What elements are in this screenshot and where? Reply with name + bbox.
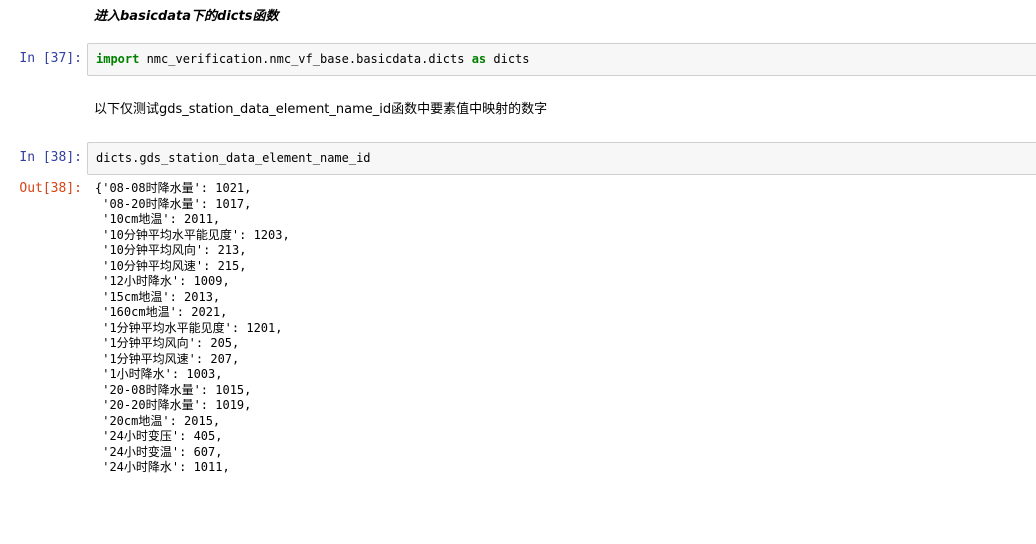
output-line: '20-08时降水量': 1015, [95,382,252,397]
input-prompt-37: In [37]: [19,51,82,66]
output-line: '15cm地温': 2013, [95,289,221,304]
output-line: '10分钟平均风速': 215, [95,258,247,273]
module-path: nmc_verification.nmc_vf_base.basicdata.d… [139,52,472,66]
module-alias: dicts [486,52,530,66]
output-line: '10分钟平均水平能见度': 1203, [95,227,290,242]
input-prompt-38: In [38]: [19,150,82,165]
markdown-heading: 进入basicdata下的dicts函数 [94,9,279,24]
output-line: '12小时降水': 1009, [95,274,230,288]
output-prompt-38: Out[38]: [19,181,82,196]
output-line: '1分钟平均水平能见度': 1201, [95,320,283,335]
output-line: '1分钟平均风向': 205, [95,336,240,350]
output-line: '10cm地温': 2011, [95,212,221,226]
code-line-import: import nmc_verification.nmc_vf_base.basi… [96,52,530,66]
keyword-as: as [471,52,487,66]
keyword-import: import [96,52,140,66]
output-line: '1分钟平均风速': 207, [95,351,240,366]
output-line: '20cm地温': 2015, [95,413,221,428]
output-area-38: {'08-08时降水量': 1021, '08-20时降水量': 1017, '… [95,181,290,476]
markdown-text: 以下仅测试gds_station_data_element_name_id函数中… [94,102,548,117]
output-line: '20-20时降水量': 1019, [95,398,252,412]
output-line: '08-20时降水量': 1017, [95,196,252,211]
code-cell-37[interactable]: import nmc_verification.nmc_vf_base.basi… [87,43,1036,76]
output-line: '24小时降水': 1011, [95,460,230,474]
output-line: '1小时降水': 1003, [95,367,223,381]
output-line: '160cm地温': 2021, [95,305,228,319]
code-cell-38[interactable]: dicts.gds_station_data_element_name_id [87,142,1036,175]
output-line: '24小时变压': 405, [95,429,223,443]
output-line: '24小时变温': 607, [95,444,223,459]
output-line: '10分钟平均风向': 213, [95,243,247,257]
output-line: {'08-08时降水量': 1021, [95,181,252,195]
code-line-attribute: dicts.gds_station_data_element_name_id [96,151,371,165]
